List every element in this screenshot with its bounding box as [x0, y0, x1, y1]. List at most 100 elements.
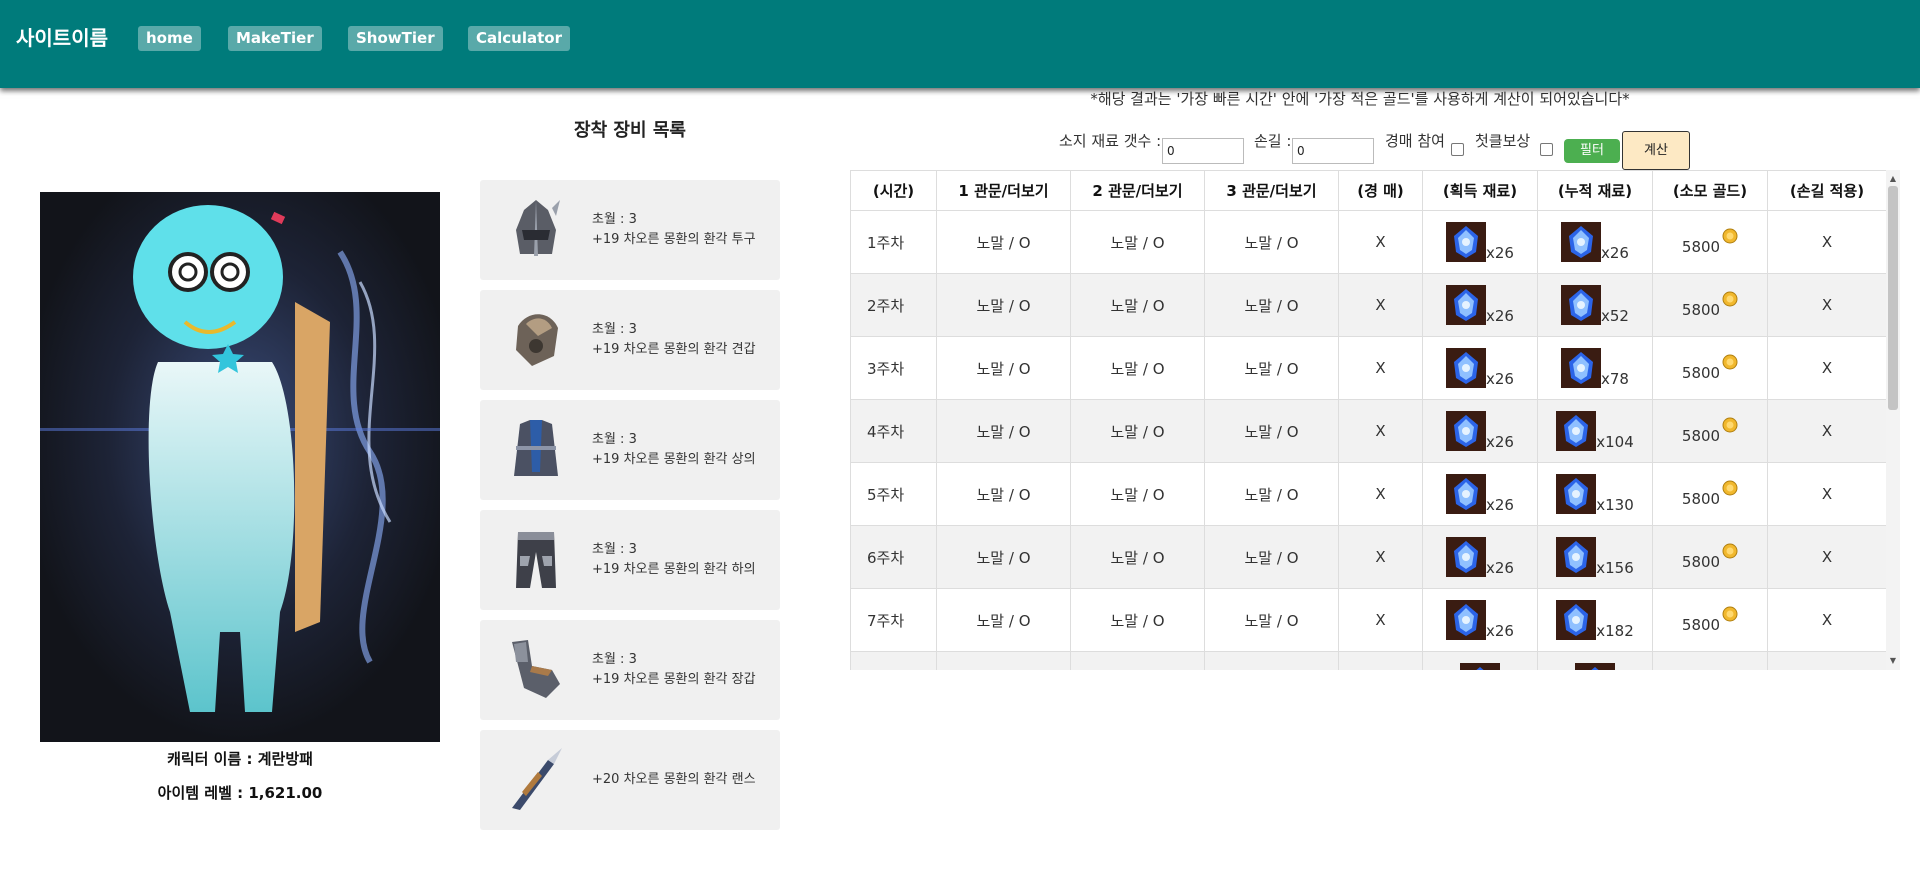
total-count: x52 [1601, 307, 1629, 325]
cell-auction: X [1338, 210, 1423, 274]
gold-amount: 5800 [1681, 616, 1721, 634]
table-scrollbar-thumb[interactable] [1888, 186, 1898, 410]
cell-gold: 5800 [1652, 273, 1768, 337]
total-count: x78 [1601, 370, 1629, 388]
equipment-card[interactable]: 초월 : 3 +19 차오른 몽환의 환각 상의 [480, 400, 780, 500]
material-crystal-icon [1446, 222, 1487, 262]
gold-coin-icon [1722, 543, 1738, 559]
equipment-name: +19 차오른 몽환의 환각 상의 [592, 452, 756, 467]
equipment-name: +19 차오른 몽환의 환각 장갑 [592, 672, 756, 687]
nav-showtier-button[interactable]: ShowTier [348, 26, 443, 51]
gold-amount: 5800 [1681, 301, 1721, 319]
site-brand[interactable]: 사이트이름 [16, 22, 108, 51]
nav-calculator-button[interactable]: Calculator [468, 26, 570, 51]
shoulder-icon [516, 314, 558, 366]
gold-amount: 5800 [1681, 238, 1721, 256]
equipment-transcend: 초월 : 3 [592, 212, 637, 227]
scroll-down-arrow[interactable]: ▼ [1886, 654, 1900, 668]
material-crystal-icon [1446, 537, 1487, 577]
scroll-up-arrow[interactable]: ▲ [1886, 172, 1900, 186]
total-material: x130 [1556, 474, 1634, 514]
gain-material: x26 [1446, 600, 1514, 640]
equipment-name: +19 차오른 몽환의 환각 투구 [592, 232, 756, 247]
cell-gate3: 노말 / O [1204, 588, 1339, 652]
cell-gate2: 노말 / O [1070, 336, 1205, 400]
gold-coin-icon [1722, 291, 1738, 307]
cell-time: 5주차 [850, 462, 937, 526]
cell-gate1: 노말 / O [936, 210, 1071, 274]
item-level: 아이템 레벨 : 1,621.00 [157, 784, 323, 802]
owned-material-input[interactable]: 0 [1162, 138, 1244, 164]
gain-count: x26 [1486, 370, 1514, 388]
cell-total: x156 [1537, 525, 1653, 589]
total-material: x52 [1561, 285, 1629, 325]
cell-gold: 5800 [1652, 399, 1768, 463]
gold-amount: 5800 [1681, 553, 1721, 571]
lance-icon [512, 748, 562, 810]
cell-gold: 5800 [1652, 336, 1768, 400]
table-row: 5주차 노말 / O 노말 / O 노말 / O Xx26 x130 5800 X [850, 462, 1886, 526]
cell-time: 4주차 [850, 399, 937, 463]
nav-maketier-button[interactable]: MakeTier [228, 26, 322, 51]
chest-armor-icon [514, 420, 558, 476]
equipment-card[interactable]: 초월 : 3 +19 차오른 몽환의 환각 하의 [480, 510, 780, 610]
cell-total: x26 [1537, 210, 1653, 274]
cell-gold: 5800 [1652, 462, 1768, 526]
cell-gold: 5800 [1652, 525, 1768, 589]
cell-gain: x26 [1422, 273, 1538, 337]
table-row-partial [850, 651, 1886, 670]
cell-auction: X [1338, 525, 1423, 589]
material-crystal-icon [1556, 537, 1597, 577]
cell-hand: X [1767, 588, 1886, 652]
cell-hand: X [1767, 525, 1886, 589]
cell-total: x52 [1537, 273, 1653, 337]
total-count: x26 [1601, 244, 1629, 262]
results-table-container[interactable]: (시간) 1 관문/더보기 2 관문/더보기 3 관문/더보기 (경 매) (획… [850, 170, 1886, 670]
cell-gate2: 노말 / O [1070, 210, 1205, 274]
auction-checkbox[interactable] [1451, 143, 1464, 156]
cell-time: 3주차 [850, 336, 937, 400]
cell-total: x182 [1537, 588, 1653, 652]
helmet-icon [516, 200, 560, 256]
material-crystal-icon [1561, 222, 1602, 262]
cell-gain: x26 [1422, 525, 1538, 589]
cell-gate1: 노말 / O [936, 399, 1071, 463]
equipment-transcend: 초월 : 3 [592, 432, 637, 447]
gold-coin-icon [1722, 228, 1738, 244]
cell-auction: X [1338, 462, 1423, 526]
cell-gate2: 노말 / O [1070, 273, 1205, 337]
calculation-notice: *해당 결과는 '가장 빠른 시간' 안에 '가장 적은 골드'를 사용하게 계… [1090, 90, 1630, 108]
cell-gate1: 노말 / O [936, 525, 1071, 589]
filter-button[interactable]: 필터 [1564, 139, 1620, 163]
gold-amount: 5800 [1681, 364, 1721, 382]
hand-input[interactable]: 0 [1292, 138, 1374, 164]
nav-home-button[interactable]: home [138, 26, 201, 51]
table-row: 4주차 노말 / O 노말 / O 노말 / O Xx26 x104 5800 X [850, 399, 1886, 463]
table-row: 1주차 노말 / O 노말 / O 노말 / O Xx26 x26 5800 X [850, 210, 1886, 274]
cell-time: 2주차 [850, 273, 937, 337]
cell-total: x104 [1537, 399, 1653, 463]
cell-hand: X [1767, 399, 1886, 463]
gain-count: x26 [1486, 622, 1514, 640]
gain-count: x26 [1486, 244, 1514, 262]
total-material: x26 [1561, 222, 1629, 262]
cell-auction: X [1338, 588, 1423, 652]
total-material: x104 [1556, 411, 1634, 451]
equipment-card[interactable]: +20 차오른 몽환의 환각 랜스 [480, 730, 780, 830]
first-clear-checkbox[interactable] [1540, 143, 1553, 156]
gold-amount: 5800 [1681, 427, 1721, 445]
equipment-card[interactable]: 초월 : 3 +19 차오른 몽환의 환각 장갑 [480, 620, 780, 720]
cell-gain: x26 [1422, 462, 1538, 526]
cell-auction: X [1338, 273, 1423, 337]
gain-material: x26 [1446, 411, 1514, 451]
equipment-card[interactable]: 초월 : 3 +19 차오른 몽환의 환각 투구 [480, 180, 780, 280]
equipment-name: +20 차오른 몽환의 환각 랜스 [592, 772, 756, 787]
calculate-button[interactable]: 계산 [1622, 131, 1690, 170]
equipment-card[interactable]: 초월 : 3 +19 차오른 몽환의 환각 견갑 [480, 290, 780, 390]
total-material: x182 [1556, 600, 1634, 640]
total-count: x182 [1596, 622, 1634, 640]
cell-gate3: 노말 / O [1204, 210, 1339, 274]
pants-icon [516, 532, 556, 588]
cell-gate2: 노말 / O [1070, 588, 1205, 652]
cell-total: x130 [1537, 462, 1653, 526]
